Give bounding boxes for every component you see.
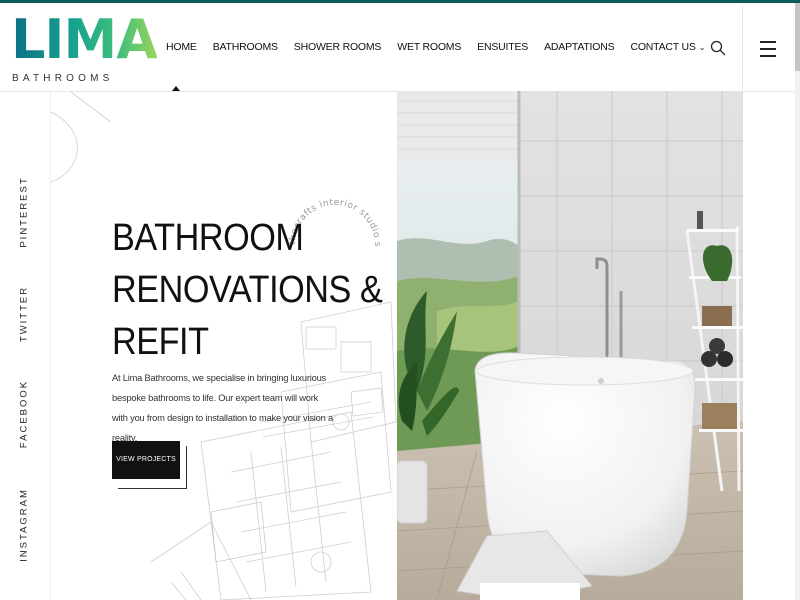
image-caption-strip xyxy=(480,583,580,600)
chevron-down-icon: ⌄ xyxy=(698,43,706,52)
header-divider xyxy=(742,6,743,94)
nav-ensuites[interactable]: ENSUITES xyxy=(469,37,536,57)
social-instagram[interactable]: INSTAGRAM xyxy=(19,488,30,562)
nav-adaptations[interactable]: ADAPTATIONS xyxy=(536,37,622,57)
hero-description: At Lima Bathrooms, we specialise in brin… xyxy=(112,373,333,443)
search-icon[interactable] xyxy=(710,40,726,56)
site-header: LIMA BATHROOMS HOME BATHROOMS SHOWER ROO… xyxy=(0,3,800,94)
view-projects-button[interactable]: VIEW PROJECTS xyxy=(112,441,180,479)
social-pinterest[interactable]: PINTEREST xyxy=(19,176,30,247)
hero-title: BATHROOM RENOVATIONS & REFIT xyxy=(112,212,383,368)
hero-title-line-2: RENOVATIONS & xyxy=(112,269,383,311)
hero-title-line-1: BATHROOM xyxy=(112,217,304,259)
bathroom-hero-image xyxy=(397,91,743,600)
nav-wet-rooms[interactable]: WET ROOMS xyxy=(389,37,469,57)
nav-home[interactable]: HOME xyxy=(158,37,205,57)
social-twitter[interactable]: TWITTER xyxy=(19,286,30,342)
main-nav: HOME BATHROOMS SHOWER ROOMS WET ROOMS EN… xyxy=(158,37,713,57)
scrollbar-thumb[interactable] xyxy=(795,3,800,71)
nav-contact-label: CONTACT US xyxy=(630,41,696,53)
nav-contact-us[interactable]: CONTACT US ⌄ xyxy=(622,37,713,57)
logo[interactable]: LIMA BATHROOMS xyxy=(11,11,158,87)
logo-wordmark: LIMA xyxy=(11,8,158,71)
hero-title-line-3: REFIT xyxy=(112,321,209,363)
nav-shower-rooms[interactable]: SHOWER ROOMS xyxy=(286,37,389,57)
hamburger-menu-icon[interactable] xyxy=(760,41,776,59)
scrollbar-track[interactable] xyxy=(795,3,800,600)
active-nav-indicator xyxy=(172,86,180,91)
social-facebook[interactable]: FACEBOOK xyxy=(19,380,30,448)
logo-subtitle: BATHROOMS xyxy=(12,73,114,84)
nav-bathrooms[interactable]: BATHROOMS xyxy=(205,37,286,57)
